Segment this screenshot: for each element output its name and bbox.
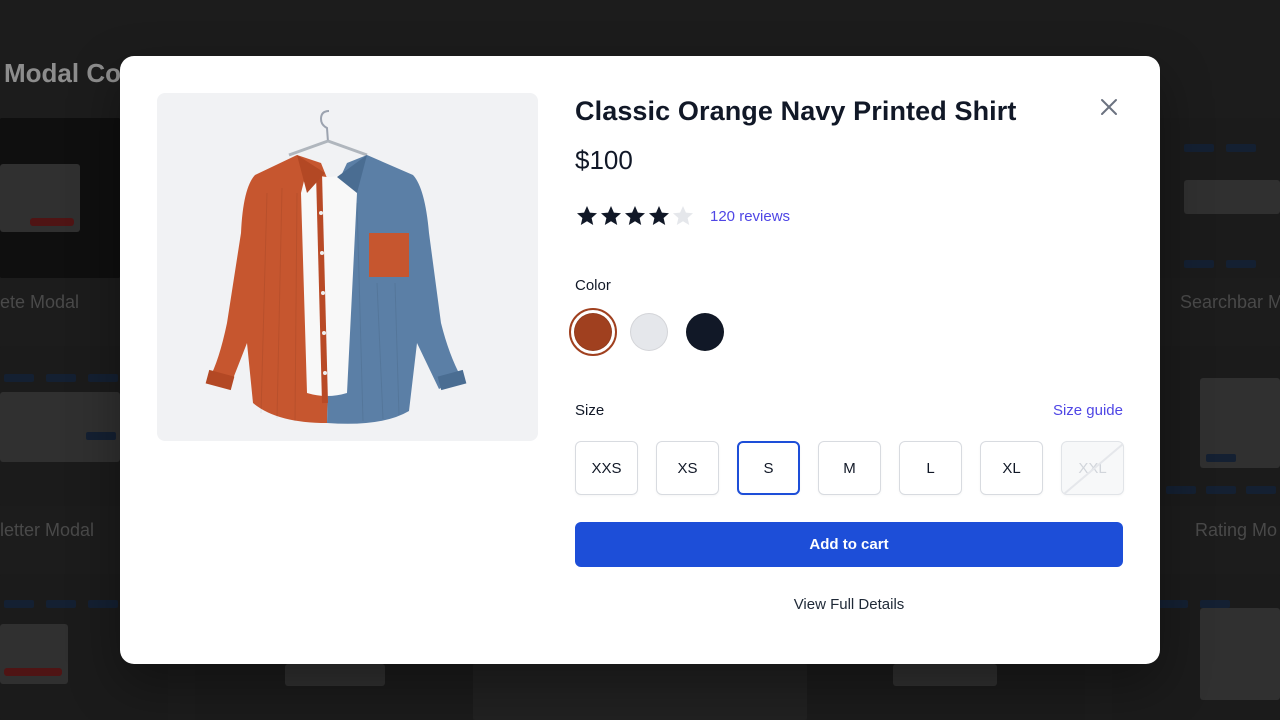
reviews-link[interactable]: 120 reviews: [710, 208, 790, 225]
product-image: [157, 93, 538, 441]
star-filled-icon: [649, 206, 669, 225]
rating-row: 120 reviews: [575, 204, 790, 228]
size-option-s[interactable]: S: [737, 441, 800, 495]
size-option-m[interactable]: M: [818, 441, 881, 495]
size-label: Size: [575, 402, 605, 419]
size-option-xxs[interactable]: XXS: [575, 441, 638, 495]
shirt-image: [205, 110, 467, 424]
add-to-cart-button[interactable]: Add to cart: [575, 522, 1123, 567]
color-label: Color: [575, 277, 611, 294]
product-quickview-modal: Classic Orange Navy Printed Shirt $100 1…: [120, 56, 1160, 664]
star-filled-icon: [625, 206, 645, 225]
star-empty-icon: [673, 206, 693, 225]
product-price: $100: [575, 145, 633, 175]
product-title: Classic Orange Navy Printed Shirt: [575, 96, 1017, 126]
size-option-xl[interactable]: XL: [980, 441, 1043, 495]
color-swatches: [569, 308, 729, 356]
color-swatch-white[interactable]: [625, 308, 673, 356]
size-options: XXS XS S M L XL XXL: [575, 441, 1124, 495]
star-filled-icon: [577, 206, 597, 225]
view-full-details-link[interactable]: View Full Details: [575, 596, 1123, 613]
size-option-xs[interactable]: XS: [656, 441, 719, 495]
star-filled-icon: [601, 206, 621, 225]
close-icon: [1101, 99, 1117, 115]
size-option-xxl[interactable]: XXL: [1061, 441, 1124, 495]
color-swatch-navy[interactable]: [681, 308, 729, 356]
star-rating: [575, 204, 695, 228]
close-button[interactable]: [1096, 94, 1122, 120]
color-swatch-orange[interactable]: [569, 308, 617, 356]
size-guide-link[interactable]: Size guide: [1053, 402, 1123, 419]
size-option-l[interactable]: L: [899, 441, 962, 495]
